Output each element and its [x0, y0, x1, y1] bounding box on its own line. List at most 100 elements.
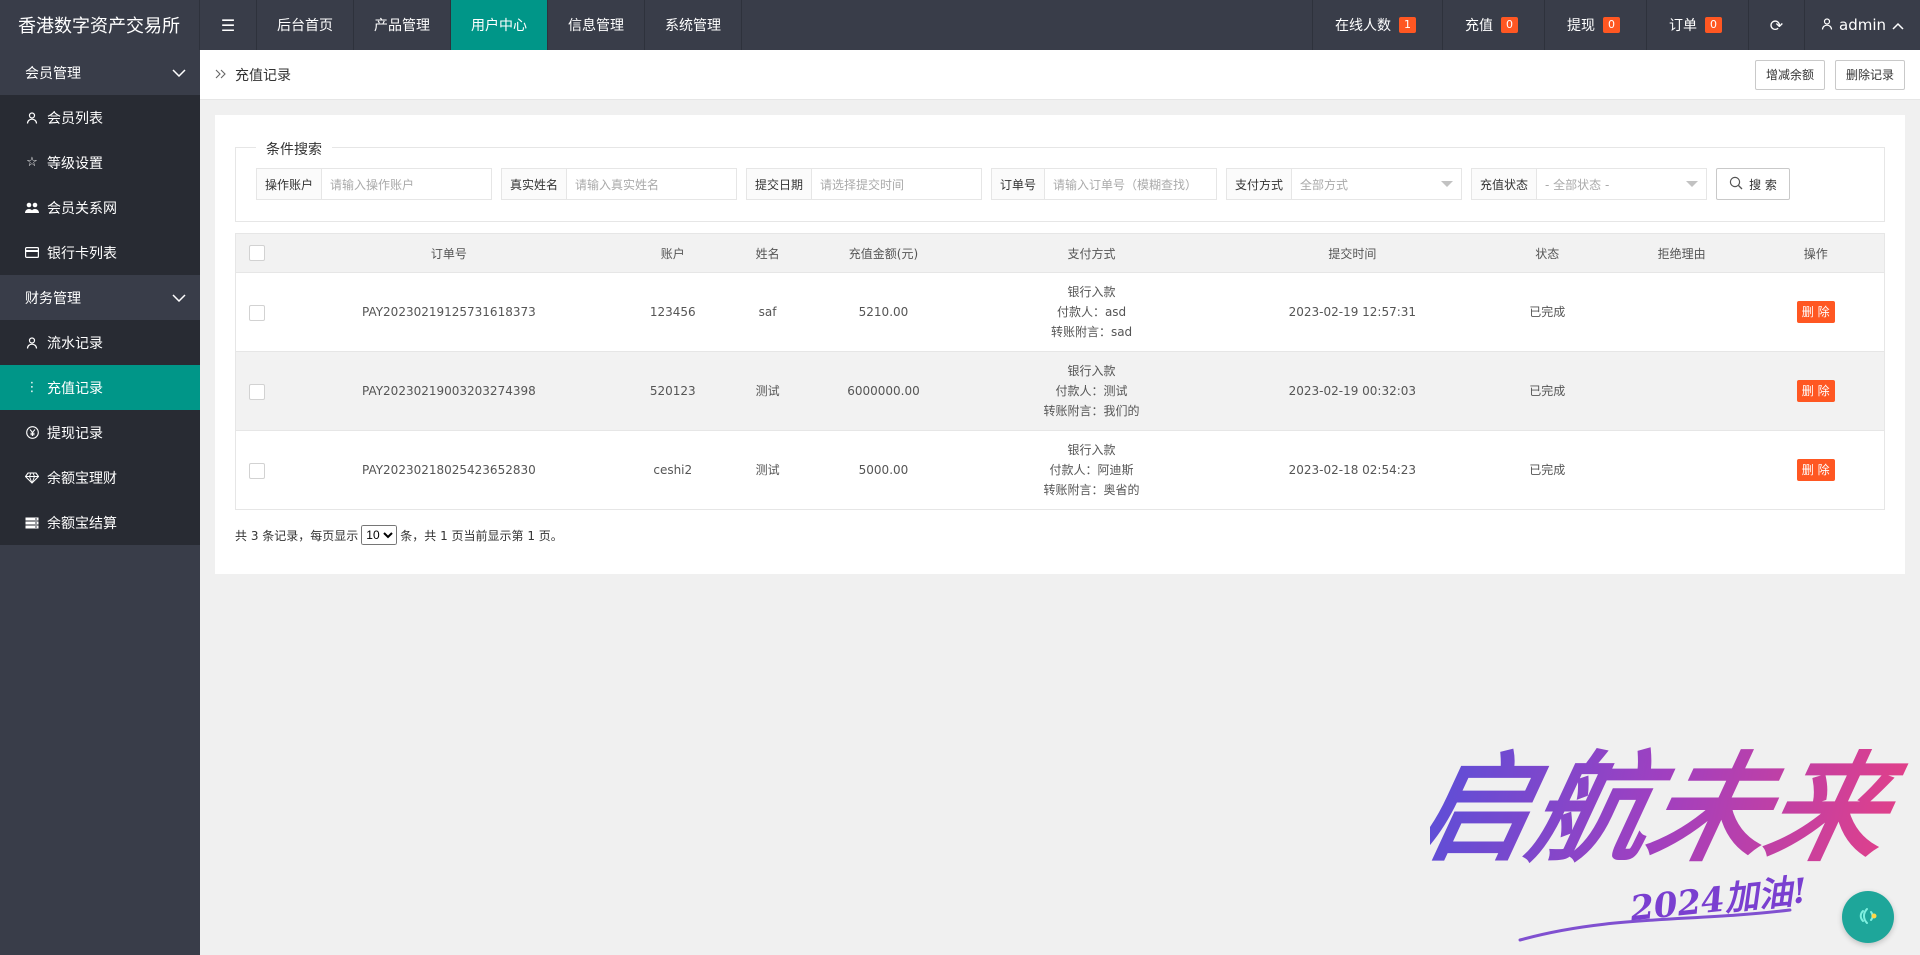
- refresh-icon[interactable]: ⟳: [1748, 0, 1804, 50]
- nav-info[interactable]: 信息管理: [548, 0, 645, 50]
- pay-note: 转账附言：sad: [1050, 325, 1133, 339]
- user-menu[interactable]: admin: [1804, 0, 1920, 50]
- search-group-paymethod: 支付方式 全部方式: [1226, 168, 1462, 200]
- order-input[interactable]: 请输入订单号（模糊查找）: [1045, 169, 1216, 199]
- header-account: 账户: [620, 233, 726, 273]
- chevron-down-icon: [172, 293, 186, 302]
- stat-recharge[interactable]: 充值 0: [1442, 0, 1544, 50]
- cell-paymethod: 银行入款 付款人：阿迪斯 转账附言：奥省的: [957, 430, 1226, 510]
- paymethod-select[interactable]: 全部方式: [1292, 169, 1461, 199]
- double-chevron-right-icon: [215, 67, 227, 83]
- row-select[interactable]: [235, 351, 278, 431]
- breadcrumb-actions: 增减余额 删除记录: [1754, 59, 1920, 90]
- pager-prefix: 共 3 条记录，每页显示: [235, 528, 359, 543]
- breadcrumb-current[interactable]: 充值记录: [235, 65, 291, 85]
- sidebar-item-member-network[interactable]: 会员关系网: [0, 185, 200, 230]
- card-icon: [25, 247, 39, 258]
- breadcrumb-trail: 充值记录: [215, 65, 291, 85]
- sidebar-item-withdraw-records[interactable]: 提现记录: [0, 410, 200, 455]
- adjust-balance-button[interactable]: 增减余额: [1754, 59, 1825, 90]
- header-order: 订单号: [277, 233, 621, 273]
- page-size-select[interactable]: 10: [361, 525, 398, 545]
- delete-button[interactable]: 删 除: [1796, 459, 1835, 481]
- sidebar-item-label: 充值记录: [47, 380, 103, 397]
- stat-orders[interactable]: 订单 0: [1646, 0, 1748, 50]
- main-card: 条件搜索 操作账户 请输入操作账户 真实姓名 请输入真实姓名 提交日期 请选择提…: [215, 115, 1905, 574]
- server-icon: [25, 517, 39, 529]
- sidebar-item-label: 会员关系网: [47, 200, 117, 217]
- sidebar-item-level-settings[interactable]: ☆ 等级设置: [0, 140, 200, 185]
- search-group-account: 操作账户 请输入操作账户: [256, 168, 492, 200]
- sidebar-item-label: 余额宝结算: [47, 515, 117, 532]
- pagination: 共 3 条记录，每页显示 10 条，共 1 页当前显示第 1 页。: [235, 525, 563, 545]
- sidebar-item-yuebao-settlement[interactable]: 余额宝结算: [0, 500, 200, 545]
- nav-products[interactable]: 产品管理: [354, 0, 451, 50]
- stat-withdraw[interactable]: 提现 0: [1544, 0, 1646, 50]
- sidebar-item-bank-cards[interactable]: 银行卡列表: [0, 230, 200, 275]
- row-select[interactable]: [235, 272, 278, 352]
- date-input[interactable]: 请选择提交时间: [812, 169, 981, 199]
- pay-type: 银行入款: [1067, 364, 1116, 378]
- cell-order: PAY20230219003203274398: [277, 351, 621, 431]
- sidebar-item-transactions[interactable]: 流水记录: [0, 320, 200, 365]
- cell-paymethod: 银行入款 付款人：测试 转账附言：我们的: [957, 351, 1226, 431]
- delete-records-button[interactable]: 删除记录: [1834, 59, 1905, 90]
- search-label: 提交日期: [747, 169, 813, 199]
- realname-input[interactable]: 请输入真实姓名: [567, 169, 736, 199]
- stat-online[interactable]: 在线人数 1: [1312, 0, 1442, 50]
- chevron-up-icon: [1892, 16, 1904, 34]
- nav-system[interactable]: 系统管理: [645, 0, 742, 50]
- nav-home[interactable]: 后台首页: [257, 0, 354, 50]
- row-select[interactable]: [235, 430, 278, 510]
- cell-time: 2023-02-18 02:54:23: [1225, 430, 1479, 510]
- row-checkbox[interactable]: [248, 383, 265, 400]
- recharge-table: 订单号 账户 姓名 充值金额(元) 支付方式 提交时间 状态 拒绝理由 操作 P…: [235, 233, 1885, 510]
- search-icon: [1729, 176, 1743, 193]
- search-button[interactable]: 搜 索: [1716, 168, 1790, 200]
- sidebar-group-members[interactable]: 会员管理: [0, 50, 200, 95]
- delete-button[interactable]: 删 除: [1796, 301, 1835, 323]
- row-checkbox[interactable]: [248, 304, 265, 321]
- yen-icon: [25, 426, 39, 439]
- cell-amount: 6000000.00: [809, 351, 958, 431]
- sidebar: 会员管理 会员列表 ☆ 等级设置 会员关系网 银行卡列表 财务管理 流水记录 ⋮…: [0, 50, 200, 955]
- row-checkbox[interactable]: [248, 462, 265, 479]
- select-all-checkbox[interactable]: [248, 245, 265, 261]
- cell-action: 删 除: [1747, 272, 1885, 352]
- user-icon: [25, 111, 39, 124]
- sidebar-item-yuebao-finance[interactable]: 余额宝理财: [0, 455, 200, 500]
- sidebar-item-recharge-records[interactable]: ⋮ 充值记录: [0, 365, 200, 410]
- cell-account: ceshi2: [620, 430, 726, 510]
- cell-account: 123456: [620, 272, 726, 352]
- sidebar-item-label: 提现记录: [47, 425, 103, 442]
- stat-label: 订单: [1669, 18, 1697, 34]
- sidebar-item-label: 等级设置: [47, 155, 103, 172]
- delete-button[interactable]: 删 除: [1796, 380, 1835, 402]
- sidebar-group-finance[interactable]: 财务管理: [0, 275, 200, 320]
- table-header-row: 订单号 账户 姓名 充值金额(元) 支付方式 提交时间 状态 拒绝理由 操作: [235, 233, 1885, 273]
- header-select-all[interactable]: [235, 233, 278, 273]
- app-title[interactable]: 香港数字资产交易所: [0, 0, 200, 50]
- cell-order: PAY20230219125731618373: [277, 272, 621, 352]
- cell-amount: 5210.00: [809, 272, 958, 352]
- menu-toggle-icon[interactable]: ☰: [200, 0, 257, 50]
- input-placeholder: 请输入真实姓名: [575, 177, 660, 192]
- pay-payer: 付款人：asd: [1056, 305, 1127, 319]
- account-input[interactable]: 请输入操作账户: [322, 169, 491, 199]
- cell-name: 测试: [725, 430, 810, 510]
- sidebar-item-label: 余额宝理财: [47, 470, 117, 487]
- stat-label: 在线人数: [1335, 18, 1391, 34]
- group-label: 会员管理: [25, 65, 81, 82]
- sidebar-item-member-list[interactable]: 会员列表: [0, 95, 200, 140]
- cell-status: 已完成: [1478, 351, 1616, 431]
- header-name: 姓名: [725, 233, 810, 273]
- table-row: PAY20230219003203274398 520123 测试 600000…: [235, 351, 1885, 431]
- status-select[interactable]: - 全部状态 -: [1537, 169, 1706, 199]
- cell-name: saf: [725, 272, 810, 352]
- search-label: 订单号: [992, 169, 1046, 199]
- assistant-button[interactable]: [1842, 891, 1894, 943]
- nav-user-center[interactable]: 用户中心: [451, 0, 548, 50]
- search-panel: 条件搜索 操作账户 请输入操作账户 真实姓名 请输入真实姓名 提交日期 请选择提…: [235, 139, 1885, 222]
- user-icon: [25, 336, 39, 349]
- search-group-order: 订单号 请输入订单号（模糊查找）: [991, 168, 1217, 200]
